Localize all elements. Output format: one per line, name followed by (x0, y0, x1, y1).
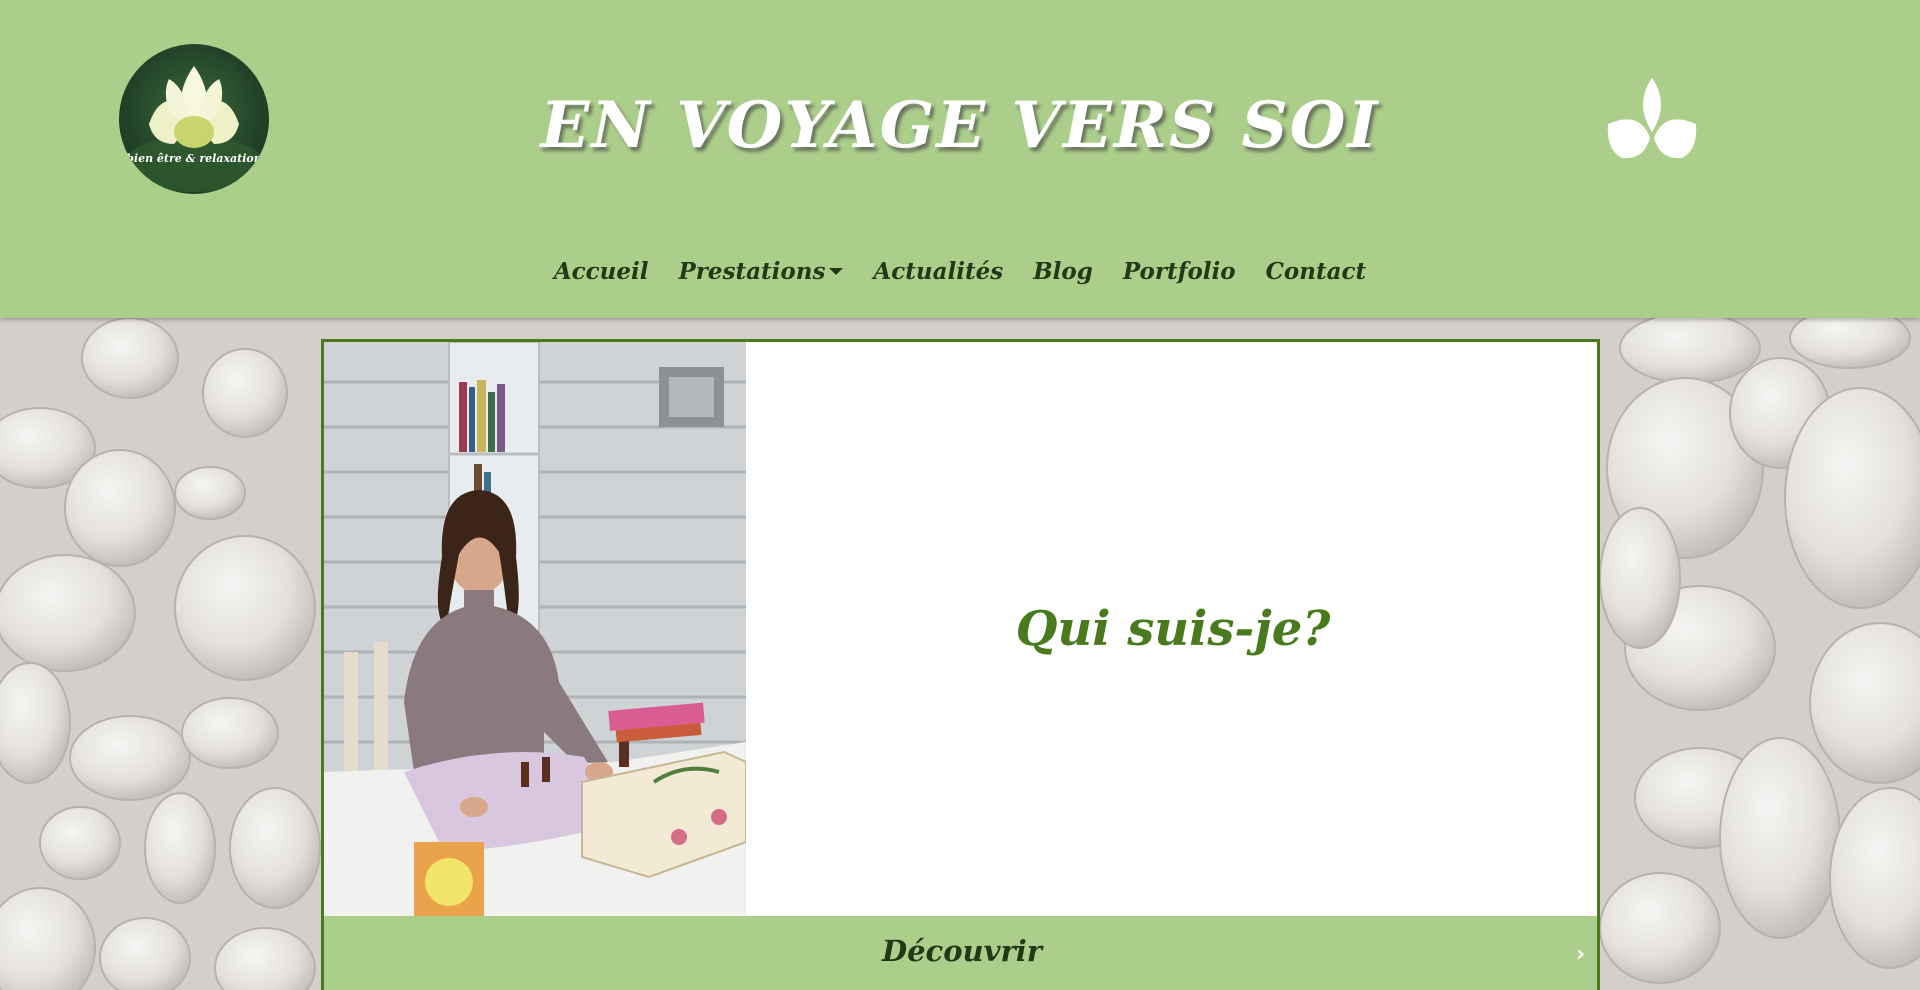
nav-item-portfolio[interactable]: Portfolio (1123, 258, 1236, 285)
nav-item-label: Accueil (553, 258, 649, 285)
nav-item-label: Blog (1033, 258, 1093, 285)
about-card: Qui suis-je? Découvrir › (321, 339, 1600, 990)
discover-bar: Découvrir › (324, 916, 1597, 990)
nav-item-label: Prestations (678, 258, 826, 285)
about-heading: Qui suis-je? (1015, 601, 1331, 657)
caret-down-icon (829, 268, 844, 275)
chevron-right-icon[interactable]: › (1576, 942, 1585, 967)
nav-item-label: Actualités (873, 258, 1004, 285)
portrait-photo (324, 342, 746, 916)
nav-item-actualites[interactable]: Actualités (873, 258, 1003, 285)
nav-item-prestations[interactable]: Prestations (679, 258, 844, 285)
nav-item-blog[interactable]: Blog (1033, 258, 1093, 285)
nav-item-label: Portfolio (1122, 258, 1236, 285)
nav-item-contact[interactable]: Contact (1266, 258, 1367, 285)
portrait-illustration (324, 342, 746, 916)
site-header: bien être & relaxation EN VOYAGE VERS SO… (0, 0, 1920, 318)
leaf-icon (1607, 78, 1697, 159)
discover-link[interactable]: Découvrir (324, 916, 1597, 986)
nav-item-accueil[interactable]: Accueil (554, 258, 649, 285)
nav-item-label: Contact (1265, 258, 1367, 285)
main-nav: Accueil Prestations Actualités Blog Port… (0, 258, 1920, 285)
